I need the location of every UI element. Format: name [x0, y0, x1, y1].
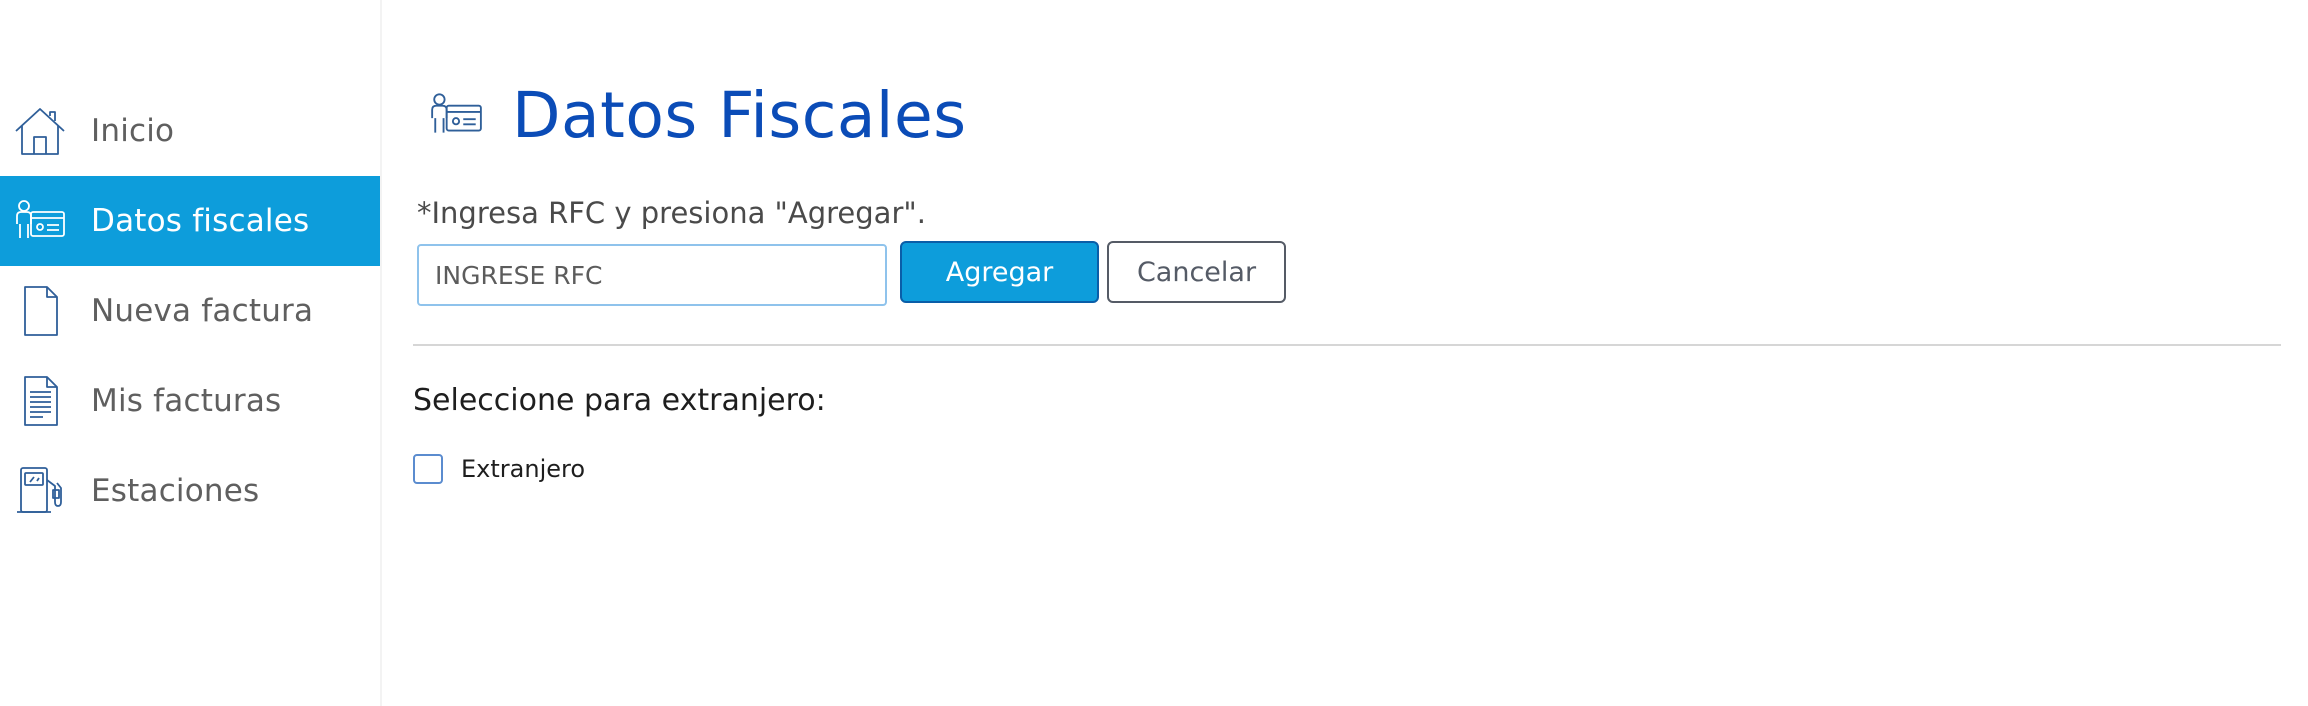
foreign-checkbox[interactable] [413, 454, 443, 484]
page-header: Datos Fiscales [428, 70, 967, 160]
sidebar-item-label: Nueva factura [91, 293, 314, 329]
foreign-checkbox-row: Extranjero [413, 454, 585, 484]
sidebar-item-estaciones[interactable]: Estaciones [0, 446, 380, 536]
blank-document-icon [12, 283, 68, 339]
sidebar-item-label: Datos fiscales [91, 203, 310, 239]
app-root: Inicio Datos fiscales Nueva factura Mis … [0, 0, 2308, 706]
document-lines-icon [12, 373, 68, 429]
sidebar-item-mis-facturas[interactable]: Mis facturas [0, 356, 380, 446]
foreign-section-label: Seleccione para extranjero: [413, 383, 826, 418]
foreign-checkbox-label[interactable]: Extranjero [461, 455, 585, 483]
page-title: Datos Fiscales [512, 78, 967, 152]
sidebar-item-nueva-factura[interactable]: Nueva factura [0, 266, 380, 356]
fuel-station-icon [12, 463, 68, 519]
sidebar-item-inicio[interactable]: Inicio [0, 86, 380, 176]
id-card-icon [431, 93, 482, 133]
cancel-button[interactable]: Cancelar [1107, 241, 1286, 303]
rfc-input[interactable] [417, 244, 887, 306]
rfc-instruction-text: *Ingresa RFC y presiona "Agregar". [417, 196, 926, 230]
sidebar-item-label: Inicio [91, 113, 175, 149]
add-button[interactable]: Agregar [900, 241, 1099, 303]
sidebar-item-datos-fiscales[interactable]: Datos fiscales [0, 176, 380, 266]
id-card-icon [12, 193, 68, 249]
sidebar-item-label: Mis facturas [91, 383, 282, 419]
sidebar: Inicio Datos fiscales Nueva factura Mis … [0, 0, 382, 706]
sidebar-item-label: Estaciones [91, 473, 260, 509]
home-icon [12, 103, 68, 159]
section-divider [413, 344, 2281, 346]
